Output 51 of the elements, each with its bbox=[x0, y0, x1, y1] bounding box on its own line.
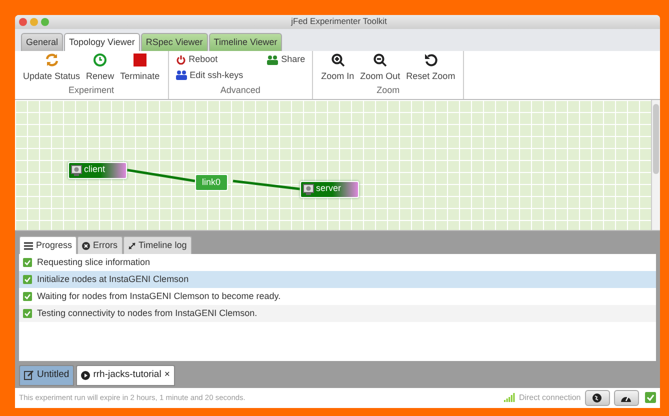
dashboard-button[interactable] bbox=[614, 390, 639, 406]
log-row[interactable]: Initialize nodes at InstaGENI Clemson bbox=[19, 271, 656, 288]
log-row[interactable]: Testing connectivity to nodes from InstaGENI Clemson. bbox=[19, 305, 656, 322]
document-tab[interactable]: Untitled bbox=[19, 365, 74, 386]
tab[interactable]: RSpec Viewer bbox=[140, 32, 208, 52]
toolbar-button[interactable]: Zoom In bbox=[318, 53, 358, 84]
stop-icon bbox=[132, 53, 147, 68]
list-icon bbox=[24, 242, 33, 250]
play-icon bbox=[81, 370, 90, 380]
toolbar-button[interactable]: Reboot bbox=[174, 53, 246, 67]
zoom-in-icon bbox=[330, 53, 345, 68]
tab[interactable]: General bbox=[21, 32, 64, 52]
undo-icon bbox=[424, 53, 438, 68]
computer-icon bbox=[71, 164, 82, 176]
group-label: Experiment bbox=[68, 84, 116, 98]
window-title: jFed Experimenter Toolkit bbox=[291, 15, 388, 28]
link-line bbox=[126, 168, 196, 182]
signal-icon bbox=[504, 393, 515, 402]
toolbar-button[interactable]: Renew bbox=[83, 53, 118, 84]
toolbar-button[interactable]: Update Status bbox=[20, 53, 84, 84]
tab[interactable]: Timeline Viewer bbox=[208, 32, 282, 52]
resize-icon bbox=[128, 242, 136, 250]
toolbar-button[interactable]: Share bbox=[265, 53, 308, 67]
error-icon bbox=[82, 242, 90, 250]
computer-icon bbox=[303, 184, 314, 195]
users-icon bbox=[267, 54, 278, 65]
toolbar-button[interactable]: Zoom Out bbox=[357, 53, 404, 84]
group-label: Advanced bbox=[219, 84, 262, 98]
connection-status: Direct connection bbox=[518, 392, 581, 404]
log-row[interactable]: Requesting slice information bbox=[19, 254, 656, 272]
node[interactable]: server bbox=[300, 180, 359, 198]
toolbar-button[interactable]: Edit ssh-keys bbox=[174, 68, 246, 82]
users-icon bbox=[176, 70, 187, 80]
node[interactable]: client bbox=[68, 162, 127, 179]
close-icon[interactable]: × bbox=[164, 368, 170, 383]
log-row[interactable]: Waiting for nodes from InstaGENI Clemson to become ready. bbox=[19, 288, 656, 306]
tab[interactable]: Progress bbox=[19, 236, 78, 254]
tab[interactable]: Topology Viewer bbox=[64, 32, 140, 52]
edit-icon bbox=[24, 370, 34, 380]
toolbar-button[interactable]: Terminate bbox=[117, 53, 163, 84]
power-icon bbox=[176, 54, 186, 65]
refresh-icon bbox=[44, 53, 59, 68]
scrollbar[interactable] bbox=[651, 100, 660, 230]
document-tab[interactable]: rrh-jacks-tutorial × bbox=[76, 365, 175, 386]
check-icon bbox=[645, 392, 656, 404]
toolbar-button[interactable]: Reset Zoom bbox=[403, 53, 458, 84]
zoom-out-icon bbox=[373, 53, 388, 68]
link-line bbox=[232, 179, 300, 190]
tab[interactable]: Timeline log bbox=[122, 236, 192, 254]
tab[interactable]: Errors bbox=[77, 236, 123, 254]
group-label: Zoom bbox=[376, 84, 401, 98]
